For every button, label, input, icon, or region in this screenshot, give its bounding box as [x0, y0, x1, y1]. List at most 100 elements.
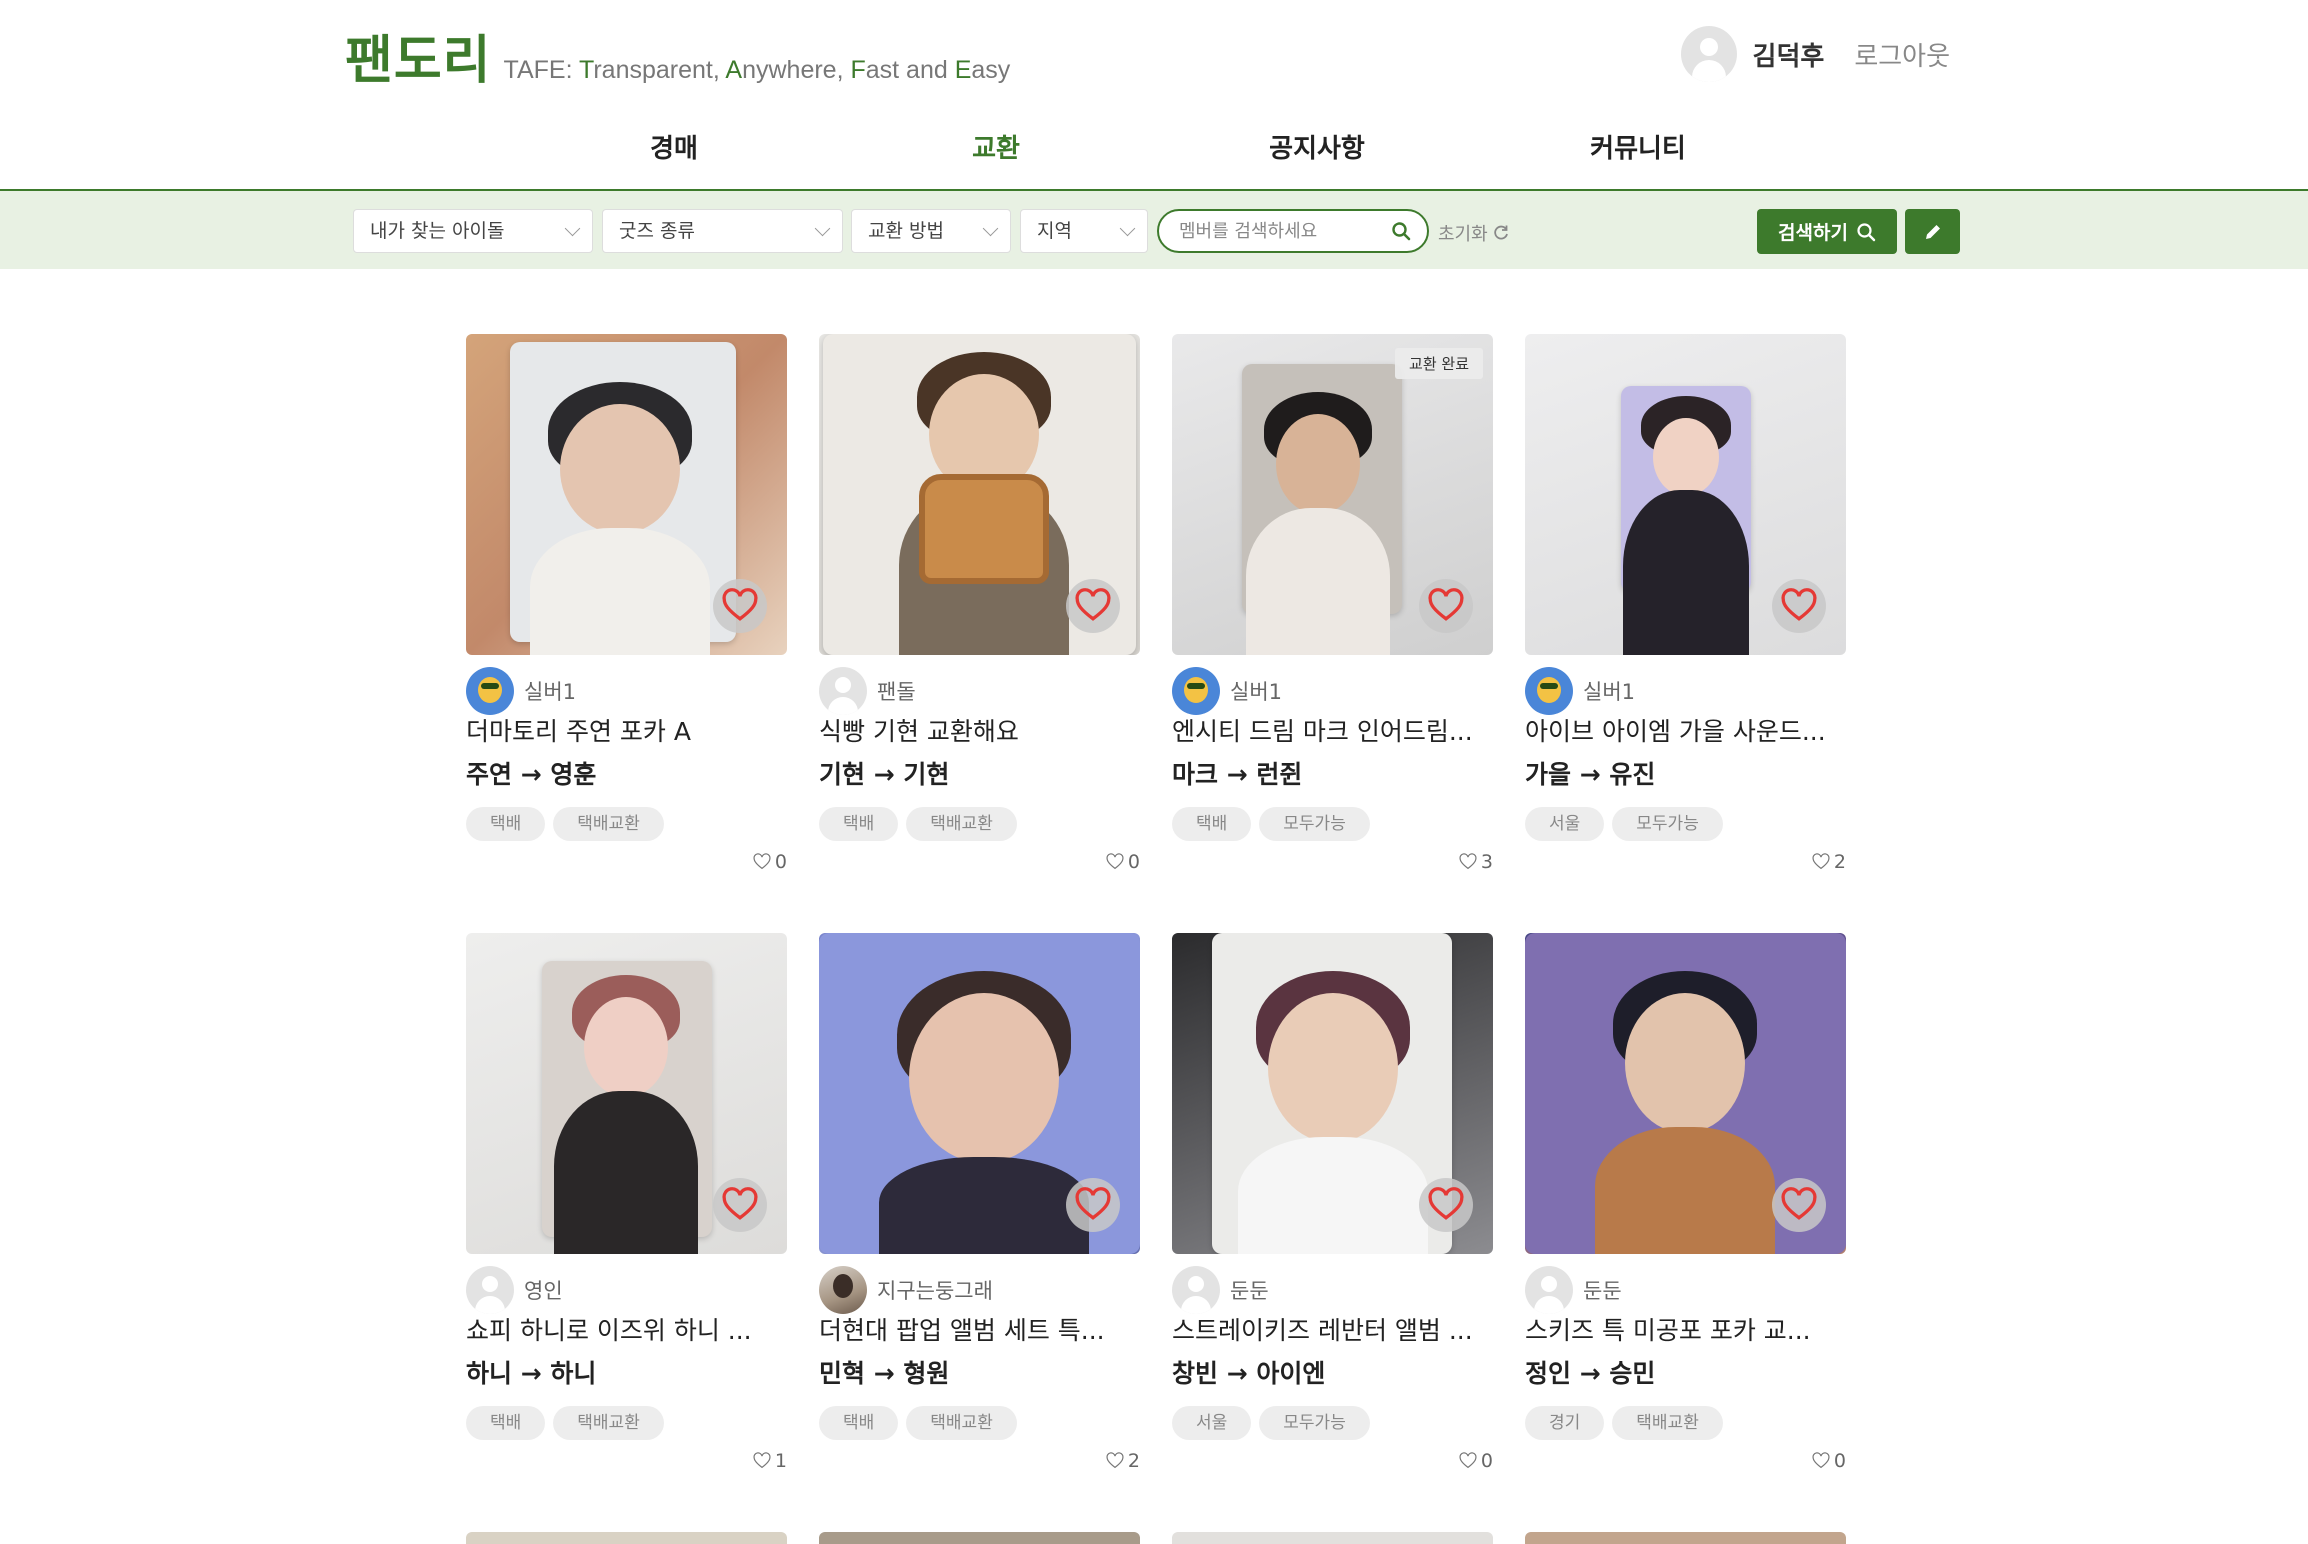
post-title[interactable]: 더마토리 주연 포카 A [466, 712, 787, 748]
like-button[interactable] [1419, 579, 1473, 633]
search-input[interactable] [1179, 211, 1379, 251]
post-author[interactable]: 팬돌 [819, 667, 916, 715]
idol-select[interactable]: 내가 찾는 아이돌 [353, 209, 593, 253]
post-author[interactable]: 둔둔 [1525, 1266, 1622, 1314]
like-count: 0 [1459, 1450, 1493, 1472]
like-button[interactable] [1066, 1178, 1120, 1232]
author-avatar [819, 1266, 867, 1314]
post-tag: 모두가능 [1259, 807, 1370, 841]
like-count: 1 [753, 1450, 787, 1472]
post-thumbnail[interactable] [1172, 933, 1493, 1254]
post-thumbnail-partial[interactable] [466, 1532, 787, 1544]
post-card[interactable]: 실버1 아이브 아이엠 가을 사운드... 가을 → 유진 서울 모두가능 2 [1525, 334, 1846, 894]
nav-community[interactable]: 커뮤니티 [1590, 128, 1686, 165]
author-name: 팬돌 [877, 680, 916, 704]
post-tag: 서울 [1172, 1406, 1252, 1440]
heart-icon [1428, 1187, 1464, 1220]
trade-members: 정인 → 승민 [1525, 1359, 1656, 1388]
post-thumbnail[interactable] [1525, 334, 1846, 655]
post-card[interactable]: 둔둔 스키즈 특 미공포 포카 교... 정인 → 승민 경기 택배교환 0 [1525, 933, 1846, 1493]
post-card[interactable]: 교환 완료 실버1 엔시티 드림 마크 인어드림... 마크 → 런쥔 택배 모두… [1172, 334, 1493, 894]
post-card[interactable]: 실버1 더마토리 주연 포카 A 주연 → 영훈 택배 택배교환 0 [466, 334, 787, 894]
slogan-highlight: T [579, 56, 594, 84]
author-avatar [466, 667, 514, 715]
user-name[interactable]: 김덕후 [1753, 36, 1825, 73]
photo-shoulders [530, 528, 710, 655]
nav-auction[interactable]: 경매 [650, 128, 698, 165]
post-title[interactable]: 스키즈 특 미공포 포카 교... [1525, 1311, 1846, 1347]
photo-shoulders [554, 1091, 698, 1254]
post-tag: 택배 [819, 807, 899, 841]
search-icon [1857, 222, 1876, 241]
post-thumbnail-partial[interactable] [819, 1532, 1140, 1544]
like-button[interactable] [1772, 1178, 1826, 1232]
idol-select-value: 내가 찾는 아이돌 [370, 220, 505, 242]
goods-select[interactable]: 굿즈 종류 [602, 209, 843, 253]
post-author[interactable]: 실버1 [466, 667, 576, 715]
post-thumbnail[interactable] [819, 933, 1140, 1254]
post-title[interactable]: 식빵 기현 교환해요 [819, 712, 1140, 748]
region-select[interactable]: 지역 [1020, 209, 1148, 253]
photo-face [1276, 414, 1360, 514]
heart-icon [1812, 853, 1830, 870]
trade-members: 마크 → 런쥔 [1172, 760, 1303, 789]
post-tags: 택배 택배교환 [466, 807, 672, 841]
post-author[interactable]: 실버1 [1172, 667, 1282, 715]
slogan-text: ast and [865, 56, 955, 84]
heart-icon [1106, 1452, 1124, 1469]
post-tag: 택배 [819, 1406, 899, 1440]
post-tag: 서울 [1525, 807, 1605, 841]
logo-text[interactable]: 팬도리 [345, 18, 492, 93]
post-tags: 택배 택배교환 [819, 1406, 1025, 1440]
heart-icon [1428, 588, 1464, 621]
heart-icon [1075, 1187, 1111, 1220]
post-author[interactable]: 둔둔 [1172, 1266, 1269, 1314]
post-tag: 택배 [1172, 807, 1252, 841]
like-button[interactable] [713, 579, 767, 633]
post-thumbnail-partial[interactable] [1172, 1532, 1493, 1544]
post-title[interactable]: 스트레이키즈 레반터 앨범 ... [1172, 1311, 1493, 1347]
post-thumbnail[interactable]: 교환 완료 [1172, 334, 1493, 655]
post-card[interactable]: 영인 쇼피 하니로 이즈위 하니 ... 하니 → 하니 택배 택배교환 1 [466, 933, 787, 1493]
nav-notice[interactable]: 공지사항 [1269, 128, 1365, 165]
like-count: 2 [1812, 851, 1846, 873]
slogan-text: ransparent, [593, 56, 726, 84]
user-area: 김덕후 로그아웃 [1680, 26, 1950, 82]
method-select[interactable]: 교환 방법 [851, 209, 1011, 253]
post-card[interactable]: 팬돌 식빵 기현 교환해요 기현 → 기현 택배 택배교환 0 [819, 334, 1140, 894]
post-title[interactable]: 쇼피 하니로 이즈위 하니 ... [466, 1311, 787, 1347]
search-icon[interactable] [1391, 221, 1411, 241]
post-thumbnail[interactable] [466, 334, 787, 655]
search-button[interactable]: 검색하기 [1757, 209, 1897, 254]
post-card[interactable]: 지구는둥그래 더현대 팝업 앨범 세트 특... 민혁 → 형원 택배 택배교환 … [819, 933, 1140, 1493]
post-thumbnail[interactable] [466, 933, 787, 1254]
nav-exchange[interactable]: 교환 [972, 128, 1020, 165]
pencil-icon [1925, 224, 1940, 239]
post-thumbnail-partial[interactable] [1525, 1532, 1846, 1544]
site-logo[interactable]: 팬도리 TAFE: Transparent, Anywhere, Fast an… [345, 18, 1010, 93]
post-title[interactable]: 아이브 아이엠 가을 사운드... [1525, 712, 1846, 748]
post-author[interactable]: 실버1 [1525, 667, 1635, 715]
post-title[interactable]: 엔시티 드림 마크 인어드림... [1172, 712, 1493, 748]
write-post-button[interactable] [1905, 209, 1960, 254]
like-count: 3 [1459, 851, 1493, 873]
post-author[interactable]: 영인 [466, 1266, 563, 1314]
like-button[interactable] [1419, 1178, 1473, 1232]
site-header: 팬도리 TAFE: Transparent, Anywhere, Fast an… [0, 0, 2308, 191]
post-thumbnail[interactable] [1525, 933, 1846, 1254]
post-thumbnail[interactable] [819, 334, 1140, 655]
reset-button[interactable]: 초기화 [1438, 220, 1510, 246]
like-button[interactable] [1772, 579, 1826, 633]
post-author[interactable]: 지구는둥그래 [819, 1266, 993, 1314]
like-button[interactable] [713, 1178, 767, 1232]
logout-link[interactable]: 로그아웃 [1854, 36, 1950, 73]
post-title[interactable]: 더현대 팝업 앨범 세트 특... [819, 1311, 1140, 1347]
like-button[interactable] [1066, 579, 1120, 633]
member-search [1157, 209, 1429, 253]
post-tags: 서울 모두가능 [1172, 1406, 1378, 1440]
post-tags: 택배 택배교환 [819, 807, 1025, 841]
filter-bar: 내가 찾는 아이돌 굿즈 종류 교환 방법 지역 초기화 검색하기 [0, 191, 2308, 269]
post-tag: 택배 [466, 807, 546, 841]
user-avatar[interactable] [1680, 26, 1737, 82]
post-card[interactable]: 둔둔 스트레이키즈 레반터 앨범 ... 창빈 → 아이엔 서울 모두가능 0 [1172, 933, 1493, 1493]
